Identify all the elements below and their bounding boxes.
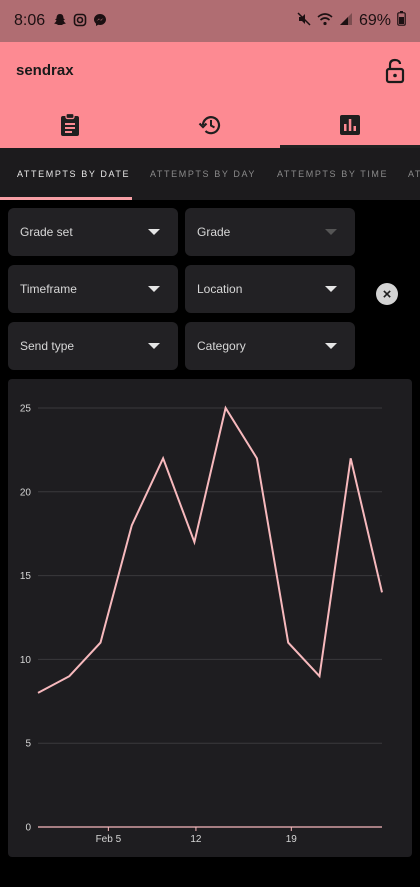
tab-attempts-by-day[interactable]: ATTEMPTS BY DAY [150, 148, 256, 200]
wifi-icon [317, 12, 333, 31]
location-label: Location [197, 282, 243, 296]
y-tick-label: 20 [20, 487, 32, 498]
tab-attempts-by-date[interactable]: ATTEMPTS BY DATE [17, 148, 130, 200]
grade-dropdown[interactable]: Grade [185, 208, 355, 256]
grade-set-label: Grade set [20, 225, 73, 239]
series-line [37, 405, 383, 694]
send-type-dropdown[interactable]: Send type [8, 322, 178, 370]
category-label: Category [197, 339, 246, 353]
battery-icon [397, 11, 406, 31]
x-tick-label: Feb 5 [96, 834, 122, 845]
x-tick-label: 19 [286, 834, 298, 845]
line-chart: 0 5 10 15 20 25 Feb 5 12 19 [20, 404, 383, 845]
mute-icon [297, 11, 311, 31]
y-tick-label: 10 [20, 655, 32, 666]
app-title: sendrax [16, 62, 74, 79]
chevron-down-icon [148, 343, 160, 349]
chevron-down-icon [325, 229, 337, 235]
lock-icon[interactable] [384, 58, 406, 84]
tab-log[interactable] [0, 106, 140, 148]
sub-tabs: ATTEMPTS BY DATE ATTEMPTS BY DAY ATTEMPT… [0, 148, 420, 200]
x-tick-label: 12 [190, 834, 202, 845]
instagram-icon [73, 13, 87, 30]
battery-percent: 69% [358, 12, 391, 29]
active-tab-indicator [0, 197, 132, 200]
send-type-label: Send type [20, 339, 75, 353]
signal-icon [339, 12, 353, 31]
tab-attempts-by-time[interactable]: ATTEMPTS BY TIME [277, 148, 388, 200]
bar-chart-icon [340, 114, 360, 140]
chevron-down-icon [148, 286, 160, 292]
timeframe-dropdown[interactable]: Timeframe [8, 265, 178, 313]
chart-card: 0 5 10 15 20 25 Feb 5 12 19 [8, 379, 412, 857]
chevron-down-icon [325, 343, 337, 349]
clipboard-icon [60, 112, 80, 142]
status-time: 8:06 [14, 12, 46, 29]
location-dropdown[interactable]: Location [185, 265, 355, 313]
tab-stats[interactable] [280, 106, 420, 148]
snapchat-icon [53, 13, 67, 30]
tab-history[interactable] [140, 106, 280, 148]
grade-label: Grade [197, 225, 231, 239]
y-tick-label: 15 [20, 571, 32, 582]
chevron-down-icon [148, 229, 160, 235]
close-icon: × [382, 285, 392, 303]
messenger-icon [93, 13, 107, 30]
history-icon [198, 113, 222, 142]
y-tick-label: 5 [25, 739, 31, 750]
category-dropdown[interactable]: Category [185, 322, 355, 370]
grade-set-dropdown[interactable]: Grade set [8, 208, 178, 256]
chevron-down-icon [325, 286, 337, 292]
y-tick-label: 0 [25, 823, 31, 834]
top-tabs [0, 106, 420, 148]
status-bar: 8:06 69% [0, 0, 420, 42]
clear-filters-button[interactable]: × [376, 283, 398, 305]
app-bar: sendrax [0, 42, 420, 148]
tab-overflow[interactable]: AT [408, 148, 420, 200]
y-tick-label: 25 [20, 404, 32, 415]
timeframe-label: Timeframe [20, 282, 77, 296]
